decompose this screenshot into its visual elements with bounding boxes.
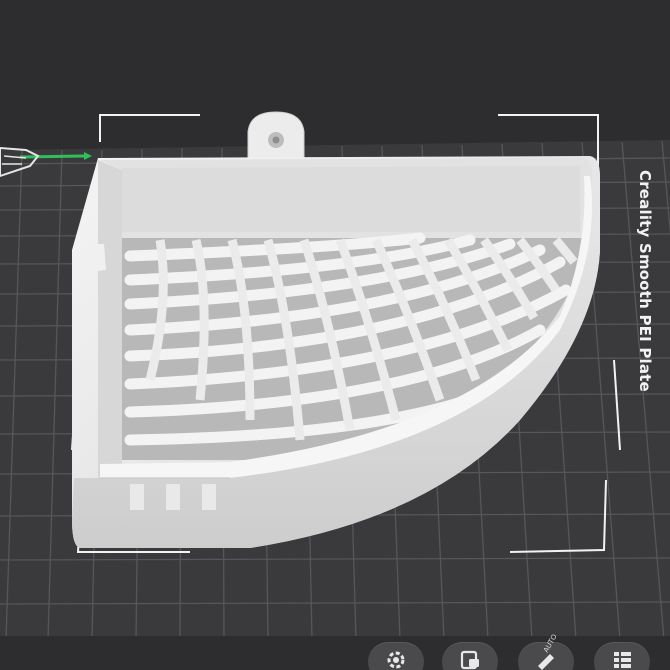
3d-viewport[interactable]: Creality Smooth PEI Plate AUTO — [0, 0, 670, 670]
object-list-button[interactable] — [594, 642, 650, 670]
arrange-button[interactable] — [442, 642, 498, 670]
arrange-icon — [460, 650, 479, 670]
front-notches — [130, 484, 216, 510]
plate-name-label: Creality Smooth PEI Plate — [636, 170, 654, 392]
auto-orient-button[interactable]: AUTO — [518, 633, 574, 670]
left-wall — [98, 160, 122, 480]
scene-canvas[interactable] — [0, 0, 670, 670]
list-icon — [614, 652, 631, 668]
bottom-toolbar: AUTO — [360, 633, 670, 670]
settings-button[interactable] — [368, 642, 424, 670]
gear-icon — [387, 651, 405, 669]
